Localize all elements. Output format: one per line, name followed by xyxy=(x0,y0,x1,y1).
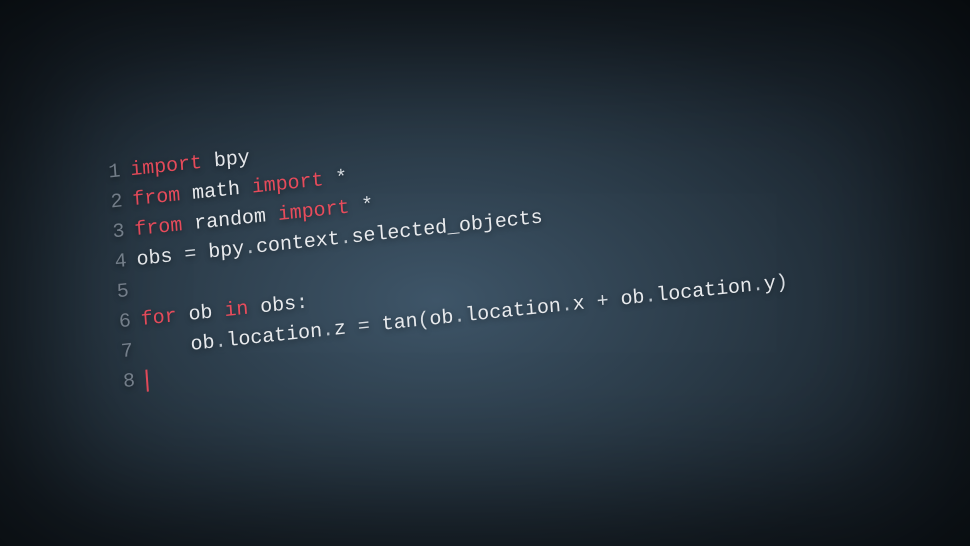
token-identifier: location xyxy=(465,295,562,328)
token-asterisk: * xyxy=(335,167,349,191)
token-keyword: from xyxy=(132,184,181,212)
token-identifier: ob xyxy=(429,306,454,331)
line-number: 7 xyxy=(104,337,134,370)
line-number: 1 xyxy=(92,157,122,190)
token-identifier: ob xyxy=(190,331,215,356)
token-identifier: location xyxy=(226,320,323,353)
token-identifier: bpy xyxy=(213,147,250,174)
token-keyword: import xyxy=(130,152,203,182)
code-line-content xyxy=(138,276,140,306)
token-identifier: ob xyxy=(620,286,645,311)
token-space xyxy=(142,334,191,362)
token-keyword: from xyxy=(134,214,183,242)
token-keyword: import xyxy=(277,197,350,227)
token-identifier: context xyxy=(255,228,340,260)
token-identifier: location xyxy=(656,275,753,308)
line-number: 8 xyxy=(106,367,136,400)
token-asterisk: * xyxy=(361,194,375,218)
text-cursor xyxy=(145,370,149,392)
token-keyword: import xyxy=(251,169,324,199)
token-keyword: for xyxy=(140,305,177,332)
token-identifier: ob xyxy=(188,301,213,326)
line-number: 4 xyxy=(98,247,128,280)
line-number: 2 xyxy=(94,187,124,220)
token-operator: ) xyxy=(775,271,789,295)
line-number: 6 xyxy=(102,307,132,340)
line-number: 5 xyxy=(100,277,130,310)
code-line-content xyxy=(144,366,149,396)
line-number: 3 xyxy=(96,217,126,250)
token-identifier: obs xyxy=(136,245,173,272)
token-identifier: tan xyxy=(381,310,418,337)
token-identifier: obs xyxy=(260,293,297,320)
token-operator: : xyxy=(295,291,309,315)
code-editor[interactable]: 1import bpy2from math import *3from rand… xyxy=(92,88,791,399)
token-identifier: bpy xyxy=(208,238,245,265)
token-identifier: random xyxy=(194,205,267,235)
token-identifier: math xyxy=(191,178,240,206)
token-keyword: in xyxy=(224,298,249,323)
